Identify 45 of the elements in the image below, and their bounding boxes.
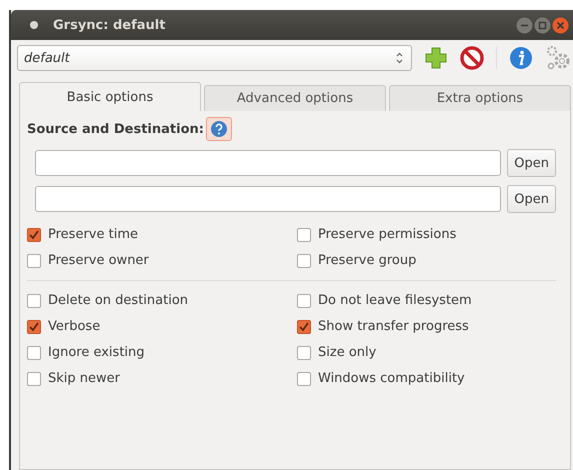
option-label[interactable]: Windows compatibility [318,371,465,386]
option-label[interactable]: Verbose [48,319,100,334]
tab[interactable]: Extra options [389,85,571,111]
no-entry-icon[interactable] [460,46,484,70]
option-label[interactable]: Preserve permissions [318,227,456,242]
option-label[interactable]: Ignore existing [48,345,145,360]
checkbox[interactable] [297,294,311,308]
checkbox[interactable] [27,254,41,268]
tab[interactable]: Advanced options [204,85,386,111]
option-label[interactable]: Preserve group [318,253,416,268]
option-label[interactable]: Preserve time [48,227,138,242]
info-icon[interactable] [509,46,533,70]
checkbox[interactable] [27,320,41,334]
checkbox[interactable] [27,228,41,242]
section-label: Source and Destination: [27,122,204,136]
checkbox[interactable] [297,372,311,386]
window-title: Grsync: default [53,18,166,32]
path-field[interactable] [35,186,502,212]
help-icon [210,120,228,138]
checkbox[interactable] [297,320,311,334]
checkbox[interactable] [27,346,41,360]
option-label[interactable]: Show transfer progress [318,319,469,334]
open-button[interactable]: Open [507,185,556,213]
checkbox[interactable] [27,294,41,308]
option-label[interactable]: Delete on destination [48,293,188,308]
checkbox[interactable] [297,346,311,360]
checkbox[interactable] [297,228,311,242]
open-button[interactable]: Open [507,149,556,177]
close-icon[interactable] [552,16,569,34]
gears-icon[interactable] [545,45,571,71]
checkbox[interactable] [297,254,311,268]
minimize-icon[interactable] [516,16,533,34]
help-button[interactable] [206,117,232,141]
checkbox[interactable] [27,372,41,386]
profile-combo[interactable]: default [17,45,412,71]
tab[interactable]: Basic options [19,82,201,111]
option-label[interactable]: Preserve owner [48,253,149,268]
window-menu-icon[interactable] [29,20,39,30]
path-field[interactable] [35,150,502,176]
option-label[interactable]: Do not leave filesystem [318,293,472,308]
option-label[interactable]: Skip newer [48,371,120,386]
option-label[interactable]: Size only [318,345,376,360]
add-icon[interactable] [424,46,448,70]
spinner-arrows-icon [396,52,403,64]
maximize-icon[interactable] [534,16,551,34]
